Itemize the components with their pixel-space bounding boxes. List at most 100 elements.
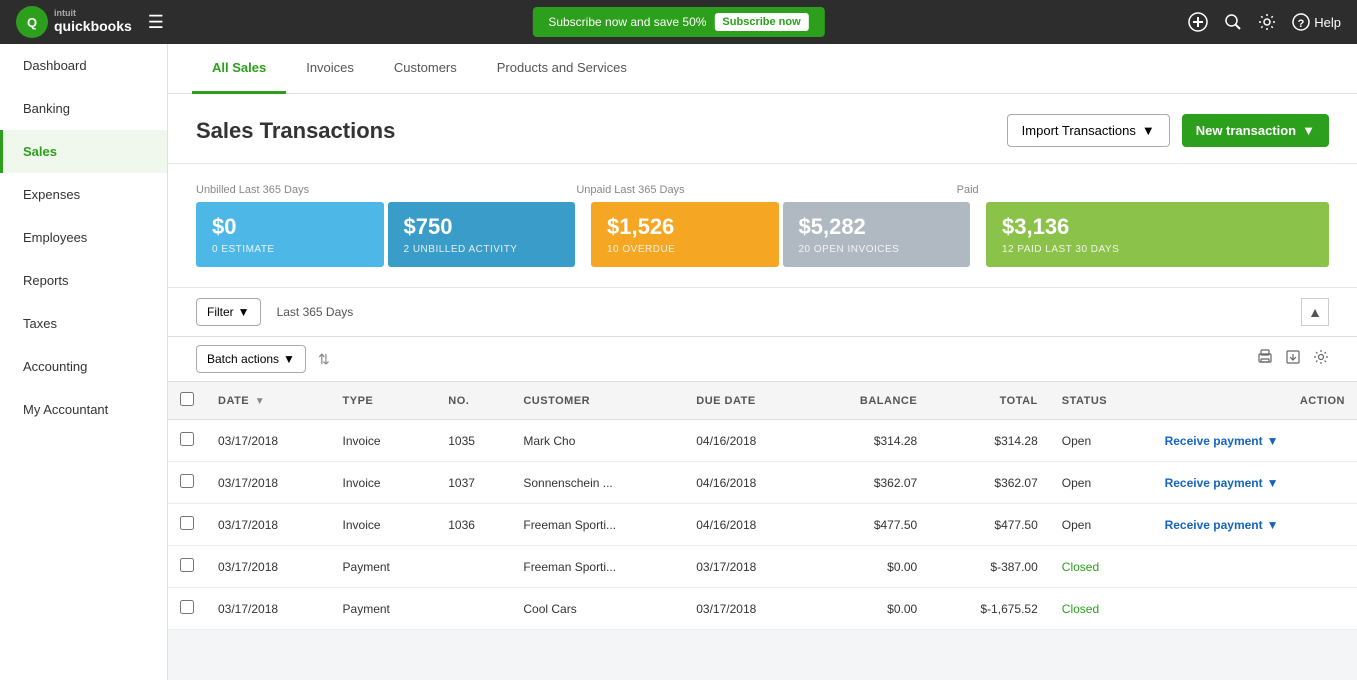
row-type: Payment	[331, 588, 437, 630]
sort-icon-button[interactable]: ⇅	[318, 351, 330, 368]
receive-payment-button[interactable]: Receive payment ▼	[1165, 476, 1279, 490]
qb-logo-icon: Q	[16, 6, 48, 38]
search-icon-button[interactable]	[1224, 13, 1242, 31]
select-all-checkbox[interactable]	[180, 392, 194, 406]
row-status: Open	[1050, 462, 1153, 504]
sidebar-item-banking[interactable]: Banking	[0, 87, 167, 130]
header-actions: Import Transactions ▼ New transaction ▼	[1007, 114, 1329, 147]
row-customer: Mark Cho	[511, 420, 684, 462]
filter-section: Filter ▼ Last 365 Days ▲	[168, 288, 1357, 337]
top-nav-right: ? Help	[1188, 12, 1341, 32]
plus-icon-button[interactable]	[1188, 12, 1208, 32]
sidebar-item-my-accountant[interactable]: My Accountant	[0, 388, 167, 431]
receive-payment-chevron-icon: ▼	[1267, 476, 1279, 490]
settings-icon-button[interactable]	[1313, 349, 1329, 370]
svg-text:?: ?	[1298, 18, 1305, 30]
summary-card-overdue[interactable]: $1,526 10 OVERDUE	[591, 202, 779, 267]
row-checkbox-cell[interactable]	[168, 420, 206, 462]
row-checkbox-cell[interactable]	[168, 546, 206, 588]
row-action[interactable]	[1153, 546, 1357, 588]
row-type: Invoice	[331, 420, 437, 462]
batch-actions-button[interactable]: Batch actions ▼	[196, 345, 306, 373]
sidebar-item-dashboard[interactable]: Dashboard	[0, 44, 167, 87]
header-date[interactable]: DATE ▼	[206, 382, 331, 420]
summary-card-unbilled[interactable]: $750 2 UNBILLED ACTIVITY	[388, 202, 576, 267]
row-action[interactable]: Receive payment ▼	[1153, 504, 1357, 546]
tab-all-sales[interactable]: All Sales	[192, 44, 286, 94]
summary-card-paid[interactable]: $3,136 12 PAID LAST 30 DAYS	[986, 202, 1329, 267]
row-checkbox-2[interactable]	[180, 516, 194, 530]
export-icon-button[interactable]	[1285, 349, 1301, 370]
row-action[interactable]	[1153, 588, 1357, 630]
tab-invoices[interactable]: Invoices	[286, 44, 374, 94]
header-total: TOTAL	[929, 382, 1050, 420]
batch-left: Batch actions ▼ ⇅	[196, 345, 330, 373]
row-checkbox-0[interactable]	[180, 432, 194, 446]
row-total: $-1,675.52	[929, 588, 1050, 630]
subscribe-now-button[interactable]: Subscribe now	[714, 13, 808, 31]
scroll-up-button[interactable]: ▲	[1301, 298, 1329, 326]
sidebar-item-expenses[interactable]: Expenses	[0, 173, 167, 216]
card-estimate-amount: $0	[212, 214, 368, 240]
batch-actions-label: Batch actions	[207, 352, 279, 366]
card-paid-sub: 12 PAID LAST 30 DAYS	[1002, 244, 1313, 255]
row-checkbox-cell[interactable]	[168, 462, 206, 504]
row-customer: Sonnenschein ...	[511, 462, 684, 504]
unbilled-label: Unbilled Last 365 Days	[196, 184, 568, 196]
receive-payment-chevron-icon: ▼	[1267, 434, 1279, 448]
import-transactions-button[interactable]: Import Transactions ▼	[1007, 114, 1170, 147]
summary-cards-row: $0 0 ESTIMATE $750 2 UNBILLED ACTIVITY $…	[196, 202, 1329, 267]
row-due-date: 03/17/2018	[684, 546, 809, 588]
summary-labels-row: Unbilled Last 365 Days Unpaid Last 365 D…	[196, 184, 1329, 196]
row-checkbox-cell[interactable]	[168, 588, 206, 630]
sidebar-item-accounting[interactable]: Accounting	[0, 345, 167, 388]
sidebar-item-reports[interactable]: Reports	[0, 259, 167, 302]
batch-actions-section: Batch actions ▼ ⇅	[168, 337, 1357, 382]
row-due-date: 03/17/2018	[684, 588, 809, 630]
logo-intuit-text: intuit	[54, 9, 132, 18]
gear-icon-button[interactable]	[1258, 13, 1276, 31]
row-no: 1037	[436, 462, 511, 504]
header-select-all[interactable]	[168, 382, 206, 420]
header-balance: BALANCE	[809, 382, 929, 420]
row-total: $477.50	[929, 504, 1050, 546]
card-open-invoices-amount: $5,282	[799, 214, 955, 240]
summary-card-estimate[interactable]: $0 0 ESTIMATE	[196, 202, 384, 267]
sidebar-item-employees[interactable]: Employees	[0, 216, 167, 259]
card-overdue-sub: 10 OVERDUE	[607, 244, 763, 255]
tab-customers[interactable]: Customers	[374, 44, 477, 94]
row-checkbox-4[interactable]	[180, 600, 194, 614]
row-checkbox-3[interactable]	[180, 558, 194, 572]
sidebar-item-sales[interactable]: Sales	[0, 130, 167, 173]
unpaid-label: Unpaid Last 365 Days	[576, 184, 948, 196]
hamburger-button[interactable]: ☰	[148, 12, 164, 33]
logo: Q intuit quickbooks	[16, 6, 132, 38]
row-due-date: 04/16/2018	[684, 462, 809, 504]
card-estimate-sub: 0 ESTIMATE	[212, 244, 368, 255]
filter-button[interactable]: Filter ▼	[196, 298, 261, 326]
row-date: 03/17/2018	[206, 546, 331, 588]
row-no	[436, 588, 511, 630]
row-status: Open	[1050, 420, 1153, 462]
print-icon-button[interactable]	[1257, 349, 1273, 370]
main-content: All Sales Invoices Customers Products an…	[168, 44, 1357, 680]
receive-payment-button[interactable]: Receive payment ▼	[1165, 434, 1279, 448]
row-checkbox-1[interactable]	[180, 474, 194, 488]
tab-products-services[interactable]: Products and Services	[477, 44, 647, 94]
row-action[interactable]: Receive payment ▼	[1153, 462, 1357, 504]
row-action[interactable]: Receive payment ▼	[1153, 420, 1357, 462]
sidebar-item-taxes[interactable]: Taxes	[0, 302, 167, 345]
svg-text:Q: Q	[27, 15, 37, 30]
transactions-table-container: DATE ▼ TYPE NO. CUSTOMER DUE DATE BALANC…	[168, 382, 1357, 630]
new-transaction-button[interactable]: New transaction ▼	[1182, 114, 1329, 147]
summary-card-open-invoices[interactable]: $5,282 20 OPEN INVOICES	[783, 202, 971, 267]
receive-payment-button[interactable]: Receive payment ▼	[1165, 518, 1279, 532]
app-body: Dashboard Banking Sales Expenses Employe…	[0, 44, 1357, 680]
card-open-invoices-sub: 20 OPEN INVOICES	[799, 244, 955, 255]
row-checkbox-cell[interactable]	[168, 504, 206, 546]
row-no	[436, 546, 511, 588]
table-row: 03/17/2018 Invoice 1035 Mark Cho 04/16/2…	[168, 420, 1357, 462]
help-button[interactable]: ? Help	[1292, 13, 1341, 31]
row-date: 03/17/2018	[206, 588, 331, 630]
header-status: STATUS	[1050, 382, 1153, 420]
